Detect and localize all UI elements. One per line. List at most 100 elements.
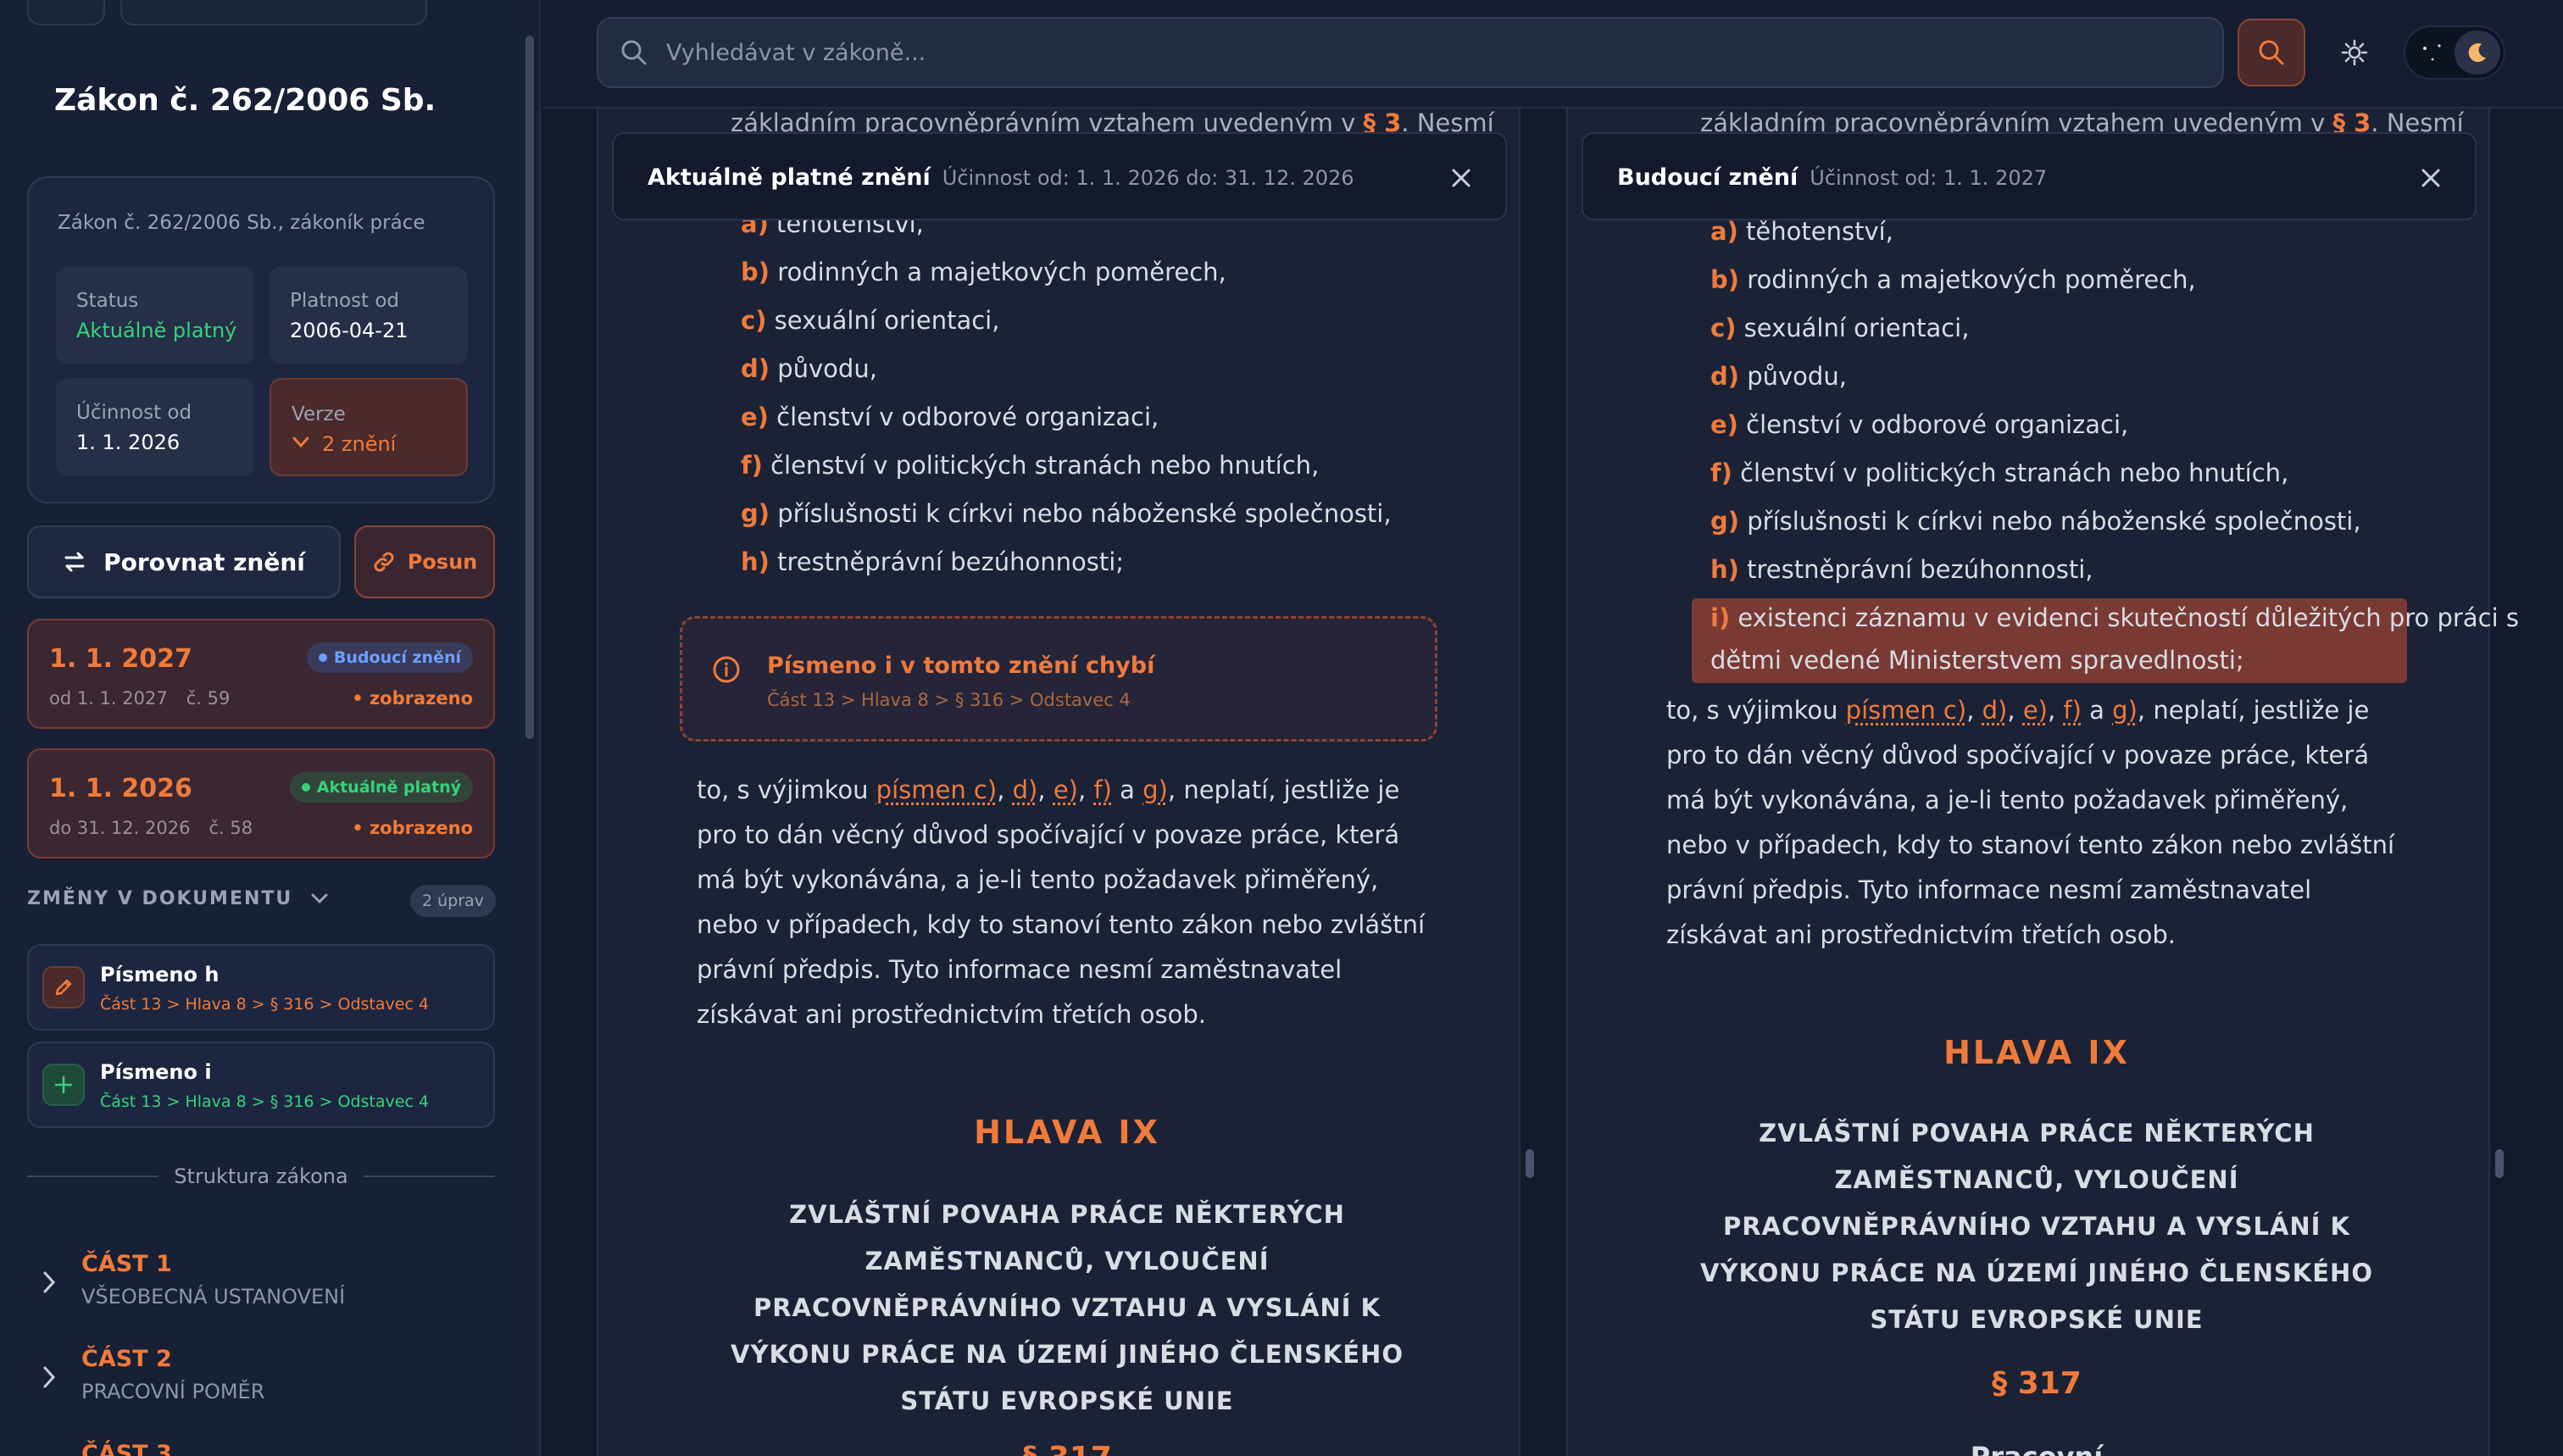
link-pismen-c[interactable]: písmen c) bbox=[1846, 696, 1967, 725]
missing-path: Část 13 > Hlava 8 > § 316 > Odstavec 4 bbox=[767, 690, 1131, 710]
law-info-card: Zákon č. 262/2006 Sb., zákoník práce Sta… bbox=[27, 176, 495, 503]
missing-title: Písmeno i v tomto znění chybí bbox=[767, 653, 1155, 679]
right-exception-paragraph: to, s výjimkou písmen c), d), e), f) a g… bbox=[1666, 696, 2395, 949]
changes-toggle[interactable]: ZMĚNY V DOKUMENTU bbox=[27, 888, 330, 909]
right-item-d: d) původu, bbox=[1710, 362, 1847, 391]
status-badge: Aktuálně platný bbox=[289, 772, 473, 803]
link-e[interactable]: e) bbox=[2023, 696, 2048, 725]
link-f[interactable]: f) bbox=[1093, 775, 1112, 804]
link-icon bbox=[374, 552, 394, 572]
right-hlava-caption: ZVLÁŠTNÍ POVAHA PRÁCE NĚKTERÝCH ZAMĚSTNA… bbox=[1700, 1119, 2373, 1334]
current-version-title: Aktuálně platné znění bbox=[648, 164, 931, 191]
left-hlava-caption: ZVLÁŠTNÍ POVAHA PRÁCE NĚKTERÝCH ZAMĚSTNA… bbox=[731, 1200, 1404, 1415]
right-item-i-line1: i) existenci záznamu v evidenci skutečno… bbox=[1710, 603, 2519, 632]
version-date: 1. 1. 2027 bbox=[49, 644, 192, 674]
right-item-b: b) rodinných a majetkových poměrech, bbox=[1710, 265, 2196, 294]
search-button[interactable] bbox=[2238, 19, 2305, 86]
change-item[interactable]: Písmeno h Část 13 > Hlava 8 > § 316 > Od… bbox=[27, 944, 495, 1031]
sidebar-scrollbar[interactable] bbox=[525, 36, 534, 739]
left-item-f: f) členství v politických stranách nebo … bbox=[741, 451, 1320, 480]
link-d[interactable]: d) bbox=[1013, 775, 1038, 804]
close-icon[interactable] bbox=[1449, 166, 1473, 190]
left-panel-scrollbar[interactable] bbox=[1526, 1149, 1534, 1178]
change-path: Část 13 > Hlava 8 > § 316 > Odstavec 4 bbox=[100, 1092, 430, 1111]
changes-count-badge: 2 úprav bbox=[410, 885, 496, 917]
right-item-a: a) těhotenství, bbox=[1710, 217, 1893, 246]
info-icon bbox=[713, 656, 740, 683]
left-item-c: c) sexuální orientaci, bbox=[741, 306, 1000, 335]
link-g[interactable]: g) bbox=[1143, 775, 1168, 804]
close-icon[interactable] bbox=[2419, 166, 2443, 190]
sidebar-top-selector[interactable] bbox=[120, 0, 427, 25]
change-item[interactable]: Písmeno i Část 13 > Hlava 8 > § 316 > Od… bbox=[27, 1042, 495, 1128]
plus-icon bbox=[42, 1064, 85, 1106]
current-version-dates: Účinnost od: 1. 1. 2026 do: 31. 12. 2026 bbox=[942, 166, 1354, 190]
version-label: Verze bbox=[292, 403, 346, 425]
sun-icon bbox=[2423, 44, 2441, 61]
search-icon bbox=[621, 40, 647, 65]
version-meta: do 31. 12. 2026 č. 58 bbox=[49, 818, 253, 838]
sidebar: Zákon č. 262/2006 Sb. Zákon č. 262/2006 … bbox=[0, 0, 541, 1456]
link-e[interactable]: e) bbox=[1054, 775, 1078, 804]
valid-from-value: 2006-04-21 bbox=[290, 319, 409, 342]
future-version-header: Budoucí znění Účinnost od: 1. 1. 2027 bbox=[1582, 132, 2477, 220]
left-item-e: e) členství v odborové organizaci, bbox=[741, 403, 1159, 431]
change-path: Část 13 > Hlava 8 > § 316 > Odstavec 4 bbox=[100, 995, 430, 1014]
change-title: Písmeno h bbox=[100, 963, 220, 986]
version-card-future[interactable]: 1. 1. 2027 Budoucí znění od 1. 1. 2027 č.… bbox=[27, 619, 495, 729]
link-pismen-c[interactable]: písmen c) bbox=[876, 775, 998, 804]
law-title: Zákon č. 262/2006 Sb. bbox=[54, 83, 436, 118]
right-item-f: f) členství v politických stranách nebo … bbox=[1710, 458, 2289, 487]
right-section-number: § 317 bbox=[1992, 1366, 2082, 1401]
part-name: ČÁST 2 bbox=[81, 1346, 172, 1372]
left-hlava-heading: HLAVA IX bbox=[974, 1114, 1160, 1151]
chevron-down-icon bbox=[292, 436, 309, 448]
changes-title: ZMĚNY V DOKUMENTU bbox=[27, 888, 293, 909]
compare-versions-label: Porovnat znění bbox=[103, 547, 305, 576]
search-input[interactable] bbox=[666, 19, 2192, 86]
missing-letter-notice: Písmeno i v tomto znění chybí Část 13 > … bbox=[680, 616, 1437, 742]
right-item-h: h) trestněprávní bezúhonnosti, bbox=[1710, 555, 2093, 584]
link-g[interactable]: g) bbox=[2112, 696, 2138, 725]
moon-icon bbox=[2468, 43, 2486, 63]
theme-toggle[interactable] bbox=[2404, 25, 2505, 80]
link-f[interactable]: f) bbox=[2063, 696, 2082, 725]
version-selector[interactable]: Verze 2 znění bbox=[270, 378, 468, 476]
current-version-header: Aktuálně platné znění Účinnost od: 1. 1. … bbox=[612, 132, 1507, 220]
search-icon bbox=[2259, 40, 2284, 65]
part-desc: PRACOVNÍ POMĚR bbox=[81, 1380, 265, 1403]
status-badge: Budoucí znění bbox=[306, 642, 473, 673]
change-title: Písmeno i bbox=[100, 1060, 212, 1084]
future-version-title: Budoucí znění bbox=[1617, 164, 1799, 191]
left-item-h: h) trestněprávní bezúhonnosti; bbox=[741, 547, 1125, 576]
status-cell: Status Aktuálně platný bbox=[56, 266, 254, 364]
chevron-right-icon bbox=[43, 1366, 56, 1388]
right-item-c: c) sexuální orientaci, bbox=[1710, 314, 1970, 342]
effective-label: Účinnost od bbox=[76, 402, 192, 424]
top-bar bbox=[542, 0, 2563, 108]
chevron-right-icon bbox=[43, 1271, 56, 1293]
pencil-icon bbox=[42, 966, 85, 1009]
status-label: Status bbox=[76, 290, 139, 312]
right-panel-scrollbar[interactable] bbox=[2495, 1149, 2504, 1178]
right-item-e: e) členství v odborové organizaci, bbox=[1710, 410, 2129, 439]
future-version-dates: Účinnost od: 1. 1. 2027 bbox=[1810, 166, 2048, 190]
sidebar-top-button[interactable] bbox=[27, 0, 105, 25]
right-item-i-line2: dětmi vedené Ministerstvem spravedlnosti… bbox=[1710, 646, 2244, 675]
right-section-next: Pracovní bbox=[1566, 1441, 2507, 1456]
left-item-g: g) příslušnosti k církvi nebo náboženské… bbox=[741, 499, 1392, 528]
part-name: ČÁST 3 bbox=[81, 1441, 172, 1456]
shift-button[interactable]: Posun bbox=[354, 525, 495, 598]
status-value: Aktuálně platný bbox=[76, 319, 237, 342]
part-name: ČÁST 1 bbox=[81, 1251, 172, 1277]
compare-versions-button[interactable]: Porovnat znění bbox=[27, 525, 341, 598]
link-d[interactable]: d) bbox=[1982, 696, 2008, 725]
theme-knob bbox=[2455, 31, 2500, 75]
gear-icon[interactable] bbox=[2336, 34, 2373, 71]
structure-label: Struktura zákona bbox=[174, 1164, 348, 1188]
version-card-current[interactable]: 1. 1. 2026 Aktuálně platný do 31. 12. 20… bbox=[27, 748, 495, 859]
effective-cell: Účinnost od 1. 1. 2026 bbox=[56, 378, 254, 476]
valid-from-cell: Platnost od 2006-04-21 bbox=[270, 266, 468, 364]
search-box bbox=[597, 17, 2224, 88]
left-item-b: b) rodinných a majetkových poměrech, bbox=[741, 258, 1226, 286]
